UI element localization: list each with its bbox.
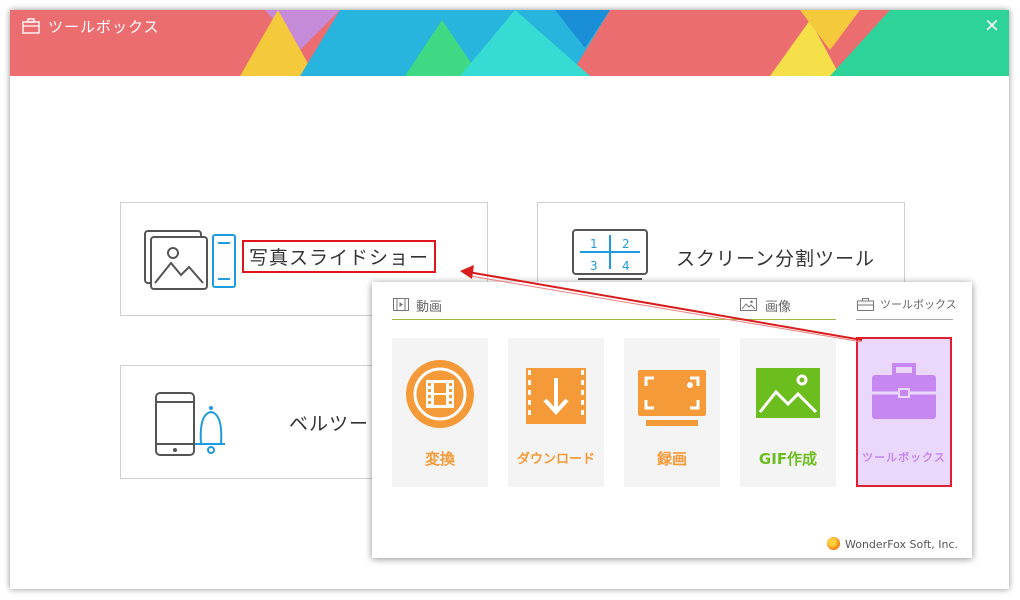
split-cell-1: 1 (590, 237, 598, 251)
wonderfox-logo-icon (827, 537, 840, 550)
tile-download[interactable]: ダウンロード (508, 338, 604, 487)
tile-toolbox-label: ツールボックス (862, 451, 946, 464)
photo-slideshow-label: 写真スライドショー (242, 240, 437, 273)
gif-maker-icon (756, 368, 820, 418)
download-icon (526, 368, 586, 424)
bell-tool-icon (155, 392, 225, 456)
split-cell-4: 4 (622, 259, 630, 273)
tile-toolbox[interactable]: ツールボックス (856, 337, 952, 487)
tile-gif-maker[interactable]: GIF作成 (740, 338, 836, 487)
photo-slideshow-icon (144, 230, 236, 290)
window-title: ツールボックス (48, 18, 160, 36)
video-section-icon (393, 298, 409, 311)
section-image: 画像 (765, 300, 792, 315)
toolbox-section-icon (857, 298, 874, 311)
tile-record[interactable]: 録画 (624, 338, 720, 487)
title-bar-pattern (10, 10, 1009, 76)
toolbox-tile-icon (872, 363, 936, 419)
footer-credit: WonderFox Soft, Inc. (827, 537, 958, 551)
bell-tool-label: ベルツー (289, 413, 370, 435)
split-cell-3: 3 (590, 259, 598, 273)
section-toolbox: ツールボックス (880, 298, 957, 311)
record-icon (638, 370, 706, 426)
menu-popup: 動画 画像 ツールボックス 変換 ダウンロード 録画 GIF作成 ツールボックス… (372, 282, 972, 558)
section-divider-media (392, 319, 836, 320)
screen-split-label: スクリーン分割ツール (676, 248, 876, 270)
screen-split-icon (572, 229, 648, 280)
footer-text: WonderFox Soft, Inc. (845, 538, 958, 551)
split-cell-2: 2 (622, 237, 630, 251)
section-video: 動画 (416, 300, 443, 315)
tile-convert-label: 変換 (424, 450, 455, 468)
title-bar: ツールボックス × (10, 10, 1009, 76)
convert-icon (406, 360, 474, 428)
tile-record-label: 録画 (656, 450, 687, 468)
image-section-icon (740, 298, 757, 311)
tile-download-label: ダウンロード (516, 452, 595, 467)
section-divider-toolbox (856, 319, 953, 320)
close-icon[interactable]: × (983, 16, 1001, 35)
toolbox-icon (22, 18, 40, 34)
tile-gif-maker-label: GIF作成 (758, 450, 818, 468)
tile-convert[interactable]: 変換 (392, 338, 488, 487)
